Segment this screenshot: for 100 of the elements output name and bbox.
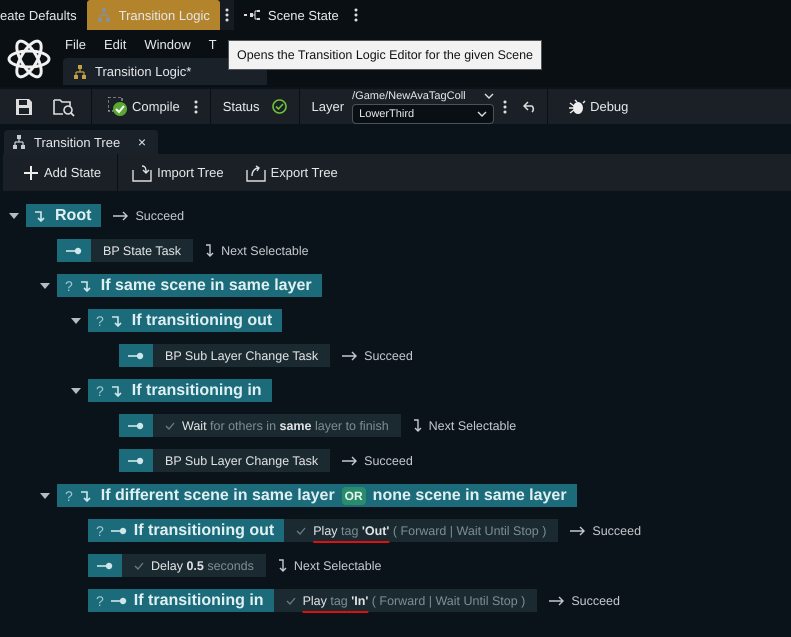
- state-title: If transitioning out: [132, 312, 272, 330]
- task-text: Wait for others in same layer to finish: [182, 418, 389, 432]
- down-arrow-icon: [205, 244, 216, 258]
- collapse-icon[interactable]: [71, 386, 81, 394]
- more-icon[interactable]: [224, 8, 229, 22]
- state-header[interactable]: ? If transitioning in: [88, 379, 272, 402]
- check-icon: [296, 526, 306, 534]
- transition-label: Succeed: [364, 454, 413, 468]
- task-handle[interactable]: [119, 344, 153, 367]
- state-header[interactable]: ? If transitioning in: [88, 589, 274, 612]
- bug-icon: [568, 98, 586, 114]
- state-title: If transitioning in: [134, 592, 264, 610]
- task-handle[interactable]: [119, 449, 153, 472]
- task-icon: [110, 526, 127, 534]
- transition-label: Next Selectable: [428, 418, 516, 432]
- check-icon: [286, 596, 296, 604]
- more-icon[interactable]: [503, 100, 508, 114]
- chevron-down-icon: [484, 92, 494, 98]
- transition-label: Next Selectable: [294, 558, 382, 572]
- toolbar-button[interactable]: Add State: [15, 164, 110, 180]
- task-icon: [97, 562, 113, 570]
- task-icon: [128, 456, 144, 464]
- editor-tab[interactable]: eate Defaults: [0, 0, 87, 30]
- transition-label: Succeed: [592, 524, 642, 538]
- task-handle[interactable]: [119, 414, 153, 437]
- nodes-icon: [244, 9, 260, 21]
- plus-icon: [23, 164, 39, 180]
- task-text: Delay 0.5 seconds: [151, 558, 254, 572]
- condition-mark: ?: [96, 312, 104, 328]
- compile-icon: [108, 96, 128, 116]
- state-title: If transitioning out: [134, 522, 274, 540]
- debug-button[interactable]: Debug: [564, 98, 632, 114]
- tooltip: Opens the Transition Logic Editor for the given Scene: [228, 40, 542, 70]
- import-icon: [132, 164, 152, 182]
- hierarchy-icon: [12, 135, 26, 149]
- task-text: BP Sub Layer Change Task: [165, 454, 318, 468]
- transition-label: Succeed: [364, 348, 413, 362]
- task-body[interactable]: BP Sub Layer Change Task: [153, 449, 330, 472]
- state-header[interactable]: ? If transitioning out: [88, 519, 284, 542]
- menu-item[interactable]: Edit: [104, 36, 126, 52]
- right-arrow-icon: [570, 526, 586, 536]
- panel-tab-title: Transition Tree: [34, 134, 120, 150]
- save-icon[interactable]: [15, 98, 33, 116]
- more-icon[interactable]: [354, 8, 358, 22]
- state-header[interactable]: ? If same scene in same layer: [57, 274, 322, 297]
- state-header[interactable]: ? If transitioning out: [88, 309, 282, 332]
- state-header[interactable]: ? If different scene in same layer OR none scene in same layer: [57, 484, 577, 507]
- task-icon: [128, 422, 144, 430]
- toolbar-button[interactable]: Export Tree: [238, 164, 346, 182]
- task-icon: [128, 352, 144, 360]
- right-arrow-icon: [549, 596, 566, 606]
- condition-mark: ?: [65, 278, 73, 294]
- menu-item[interactable]: Window: [144, 36, 191, 52]
- check-icon: [134, 562, 144, 570]
- menu-item[interactable]: File: [65, 36, 86, 52]
- editor-tab[interactable]: Scene State: [234, 0, 349, 30]
- task-body[interactable]: BP State Task: [91, 239, 194, 262]
- state-title: If same scene in same layer: [100, 276, 312, 294]
- collapse-icon[interactable]: [71, 316, 81, 324]
- operator-badge: OR: [342, 486, 366, 504]
- export-icon: [246, 164, 266, 182]
- condition-mark: ?: [65, 488, 73, 504]
- down-arrow-icon: [278, 558, 288, 572]
- layer-dropdown[interactable]: LowerThird: [352, 104, 494, 124]
- task-text: Play tag 'In' ( Forward | Wait Until Stop ): [302, 594, 526, 608]
- close-icon[interactable]: ×: [138, 134, 146, 150]
- collapse-icon[interactable]: [40, 492, 50, 500]
- task-icon: [66, 246, 82, 254]
- panel-tab[interactable]: Transition Tree ×: [4, 130, 158, 154]
- task-text: BP State Task: [103, 244, 182, 258]
- task-handle[interactable]: [88, 554, 122, 577]
- task-body[interactable]: Delay 0.5 seconds: [122, 554, 266, 577]
- collapse-icon[interactable]: [40, 282, 50, 290]
- compile-button[interactable]: Compile: [104, 96, 184, 116]
- collapse-icon[interactable]: [9, 212, 19, 220]
- state-header[interactable]: Root: [26, 204, 102, 227]
- condition-mark: ?: [96, 382, 104, 398]
- transition-label: Succeed: [571, 594, 620, 608]
- transition-label: Next Selectable: [221, 244, 309, 258]
- check-icon: [165, 422, 175, 430]
- atom-logo-icon: [7, 38, 51, 78]
- state-title: none scene in same layer: [372, 486, 567, 504]
- task-handle[interactable]: [57, 239, 91, 262]
- menu-item[interactable]: T: [208, 36, 217, 52]
- hierarchy-icon: [96, 8, 111, 22]
- state-title: If different scene in same layer: [100, 486, 335, 504]
- state-title: If transitioning in: [132, 382, 262, 400]
- hierarchy-icon: [73, 64, 87, 78]
- folder-search-icon[interactable]: [53, 96, 75, 116]
- task-body[interactable]: Play tag 'Out' ( Forward | Wait Until Stop ): [284, 519, 558, 542]
- task-text: Play tag 'Out' ( Forward | Wait Until Stop ): [313, 524, 546, 538]
- state-title: Root: [55, 206, 92, 224]
- task-body[interactable]: Play tag 'In' ( Forward | Wait Until Stop ): [274, 589, 538, 612]
- task-body[interactable]: BP Sub Layer Change Task: [153, 344, 330, 367]
- toolbar-button[interactable]: Import Tree: [124, 164, 232, 182]
- task-icon: [110, 596, 127, 604]
- more-icon[interactable]: [194, 100, 198, 114]
- layer-path-dropdown[interactable]: /Game/NewAvaTagColl: [352, 90, 494, 102]
- condition-mark: ?: [96, 522, 104, 538]
- task-body[interactable]: Wait for others in same layer to finish: [153, 414, 401, 437]
